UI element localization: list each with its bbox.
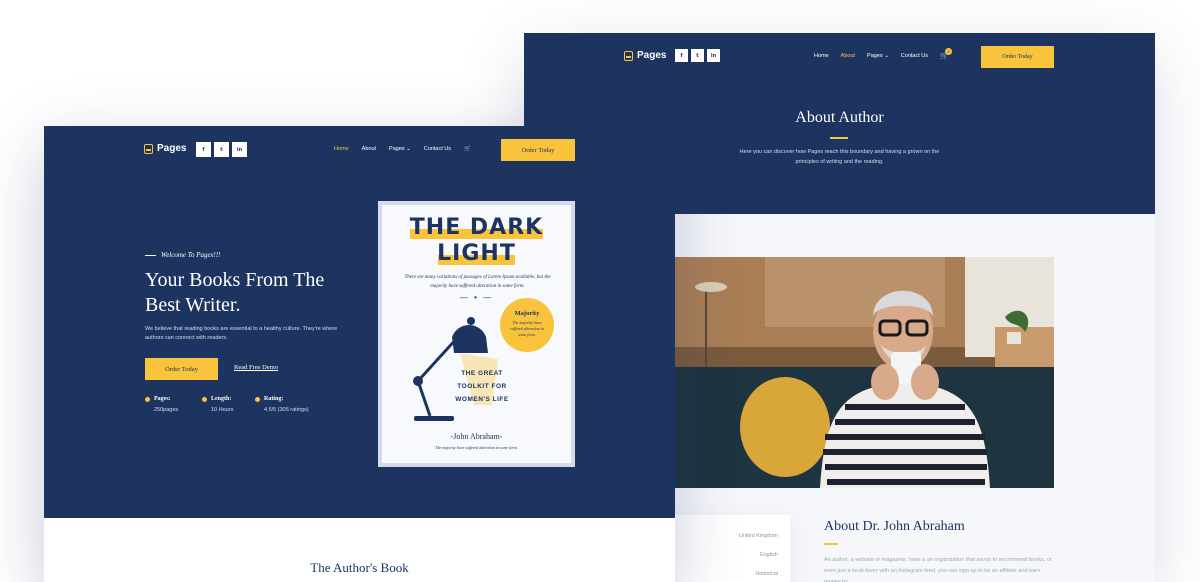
authors-book-heading: The Author's Book [310,560,409,575]
about-social-links: f t in [675,49,720,62]
chevron-down-icon: ⌄ [884,53,889,59]
book-logo-icon [144,143,153,154]
chevron-down-icon: ⌄ [406,146,411,152]
about-subtitle: Here you can discover how Pages reach th… [739,149,940,165]
home-social-links: f t in [196,142,247,157]
stat-rating-value: 4.5/5 (305 ratings) [264,407,309,413]
book-tagline: THE GREAT TOOLKIT FOR WOMEN'S LIFE [455,370,509,403]
welcome-text: Welcome To Pages!!! [145,251,220,259]
book-title-line1: THE DARK [409,215,544,240]
facebook-icon[interactable]: f [196,142,211,157]
stat-length-value: 10 Hours [211,407,234,413]
stat-rating-label: Rating: [255,396,309,402]
nav-pages[interactable]: Pages ⌄ [389,146,411,152]
about-logo[interactable]: Pages [624,50,666,61]
book-logo-icon [624,50,633,61]
cart-count-badge: 0 [945,48,953,55]
nav-pages-label: Pages [389,146,405,152]
nav-pages[interactable]: Pages ⌄ [867,53,889,59]
about-author-text: An author, a website or magazine, have a… [824,557,1052,582]
title-underline [830,137,848,139]
book-cover-frame: THE DARK LIGHT There are many variations… [378,201,575,467]
about-author-heading: About Dr. John Abraham [824,519,965,534]
book-description: There are many variations of passages of… [404,275,551,289]
stat-length-label: Length: [202,396,233,402]
nav-contact[interactable]: Contact Us [901,53,928,59]
stat-pages-label: Pages: [145,396,178,402]
hero-title: Your Books From The Best Writer. [145,269,325,316]
stat-rating: Rating: 4.5/5 (305 ratings) [255,396,309,413]
about-page-title: About Author [795,109,884,126]
badge-title: Majority [514,310,540,317]
stat-pages: Pages: 250pages [145,396,178,413]
facebook-icon[interactable]: f [675,49,688,62]
home-page-window: Pages f t in Home About Pages ⌄ Contact … [44,126,675,582]
book-title-line2: LIGHT [437,241,516,266]
read-demo-link[interactable]: Read Free Demo [234,364,278,371]
info-language: English [759,552,778,558]
linkedin-icon[interactable]: in [707,49,720,62]
about-logo-text: Pages [637,50,667,61]
home-logo-text: Pages [157,143,187,154]
nav-contact[interactable]: Contact Us [424,146,451,152]
majority-badge: Majority The majority have suffered alte… [500,298,554,352]
divider-dots: — • — [459,293,494,302]
twitter-icon[interactable]: t [214,142,229,157]
author-photo [675,257,1054,488]
cart-icon[interactable]: 🛒 0 [940,48,953,60]
about-order-button[interactable]: Order Today [981,46,1054,68]
info-country: United Kingdom [738,533,778,539]
stat-length: Length: 10 Hours [202,396,233,413]
home-navbar: Pages f t in Home About Pages ⌄ Contact … [144,139,575,161]
home-menu: Home About Pages ⌄ Contact Us 🛒 [334,146,484,152]
home-logo[interactable]: Pages [144,143,186,154]
hero-description: We believe that reading books are essent… [145,326,338,341]
home-order-button[interactable]: Order Today [501,139,575,161]
book-author: -John Abraham- [450,432,503,441]
twitter-icon[interactable]: t [691,49,704,62]
hero-order-button[interactable]: Order Today [145,358,218,380]
heading-underline [824,543,838,545]
badge-text: The majority have suffered alteration in… [510,320,544,337]
info-genre: Historical [755,571,778,577]
nav-home[interactable]: Home [334,146,349,152]
nav-about[interactable]: About [362,146,376,152]
nav-home[interactable]: Home [814,53,829,59]
book-cover: THE DARK LIGHT There are many variations… [382,205,571,463]
book-footer-text: The majority have suffered alteration in… [435,445,518,450]
stat-pages-value: 250pages [154,407,179,413]
nav-pages-label: Pages [867,53,883,59]
about-navbar: Pages f t in Home About Pages ⌄ Contact … [624,46,1054,68]
linkedin-icon[interactable]: in [232,142,247,157]
about-menu: Home About Pages ⌄ Contact Us 🛒 0 [814,48,961,60]
cart-icon[interactable]: 🛒 [464,146,471,152]
nav-about[interactable]: About [841,53,855,59]
home-hero-band [44,126,675,518]
